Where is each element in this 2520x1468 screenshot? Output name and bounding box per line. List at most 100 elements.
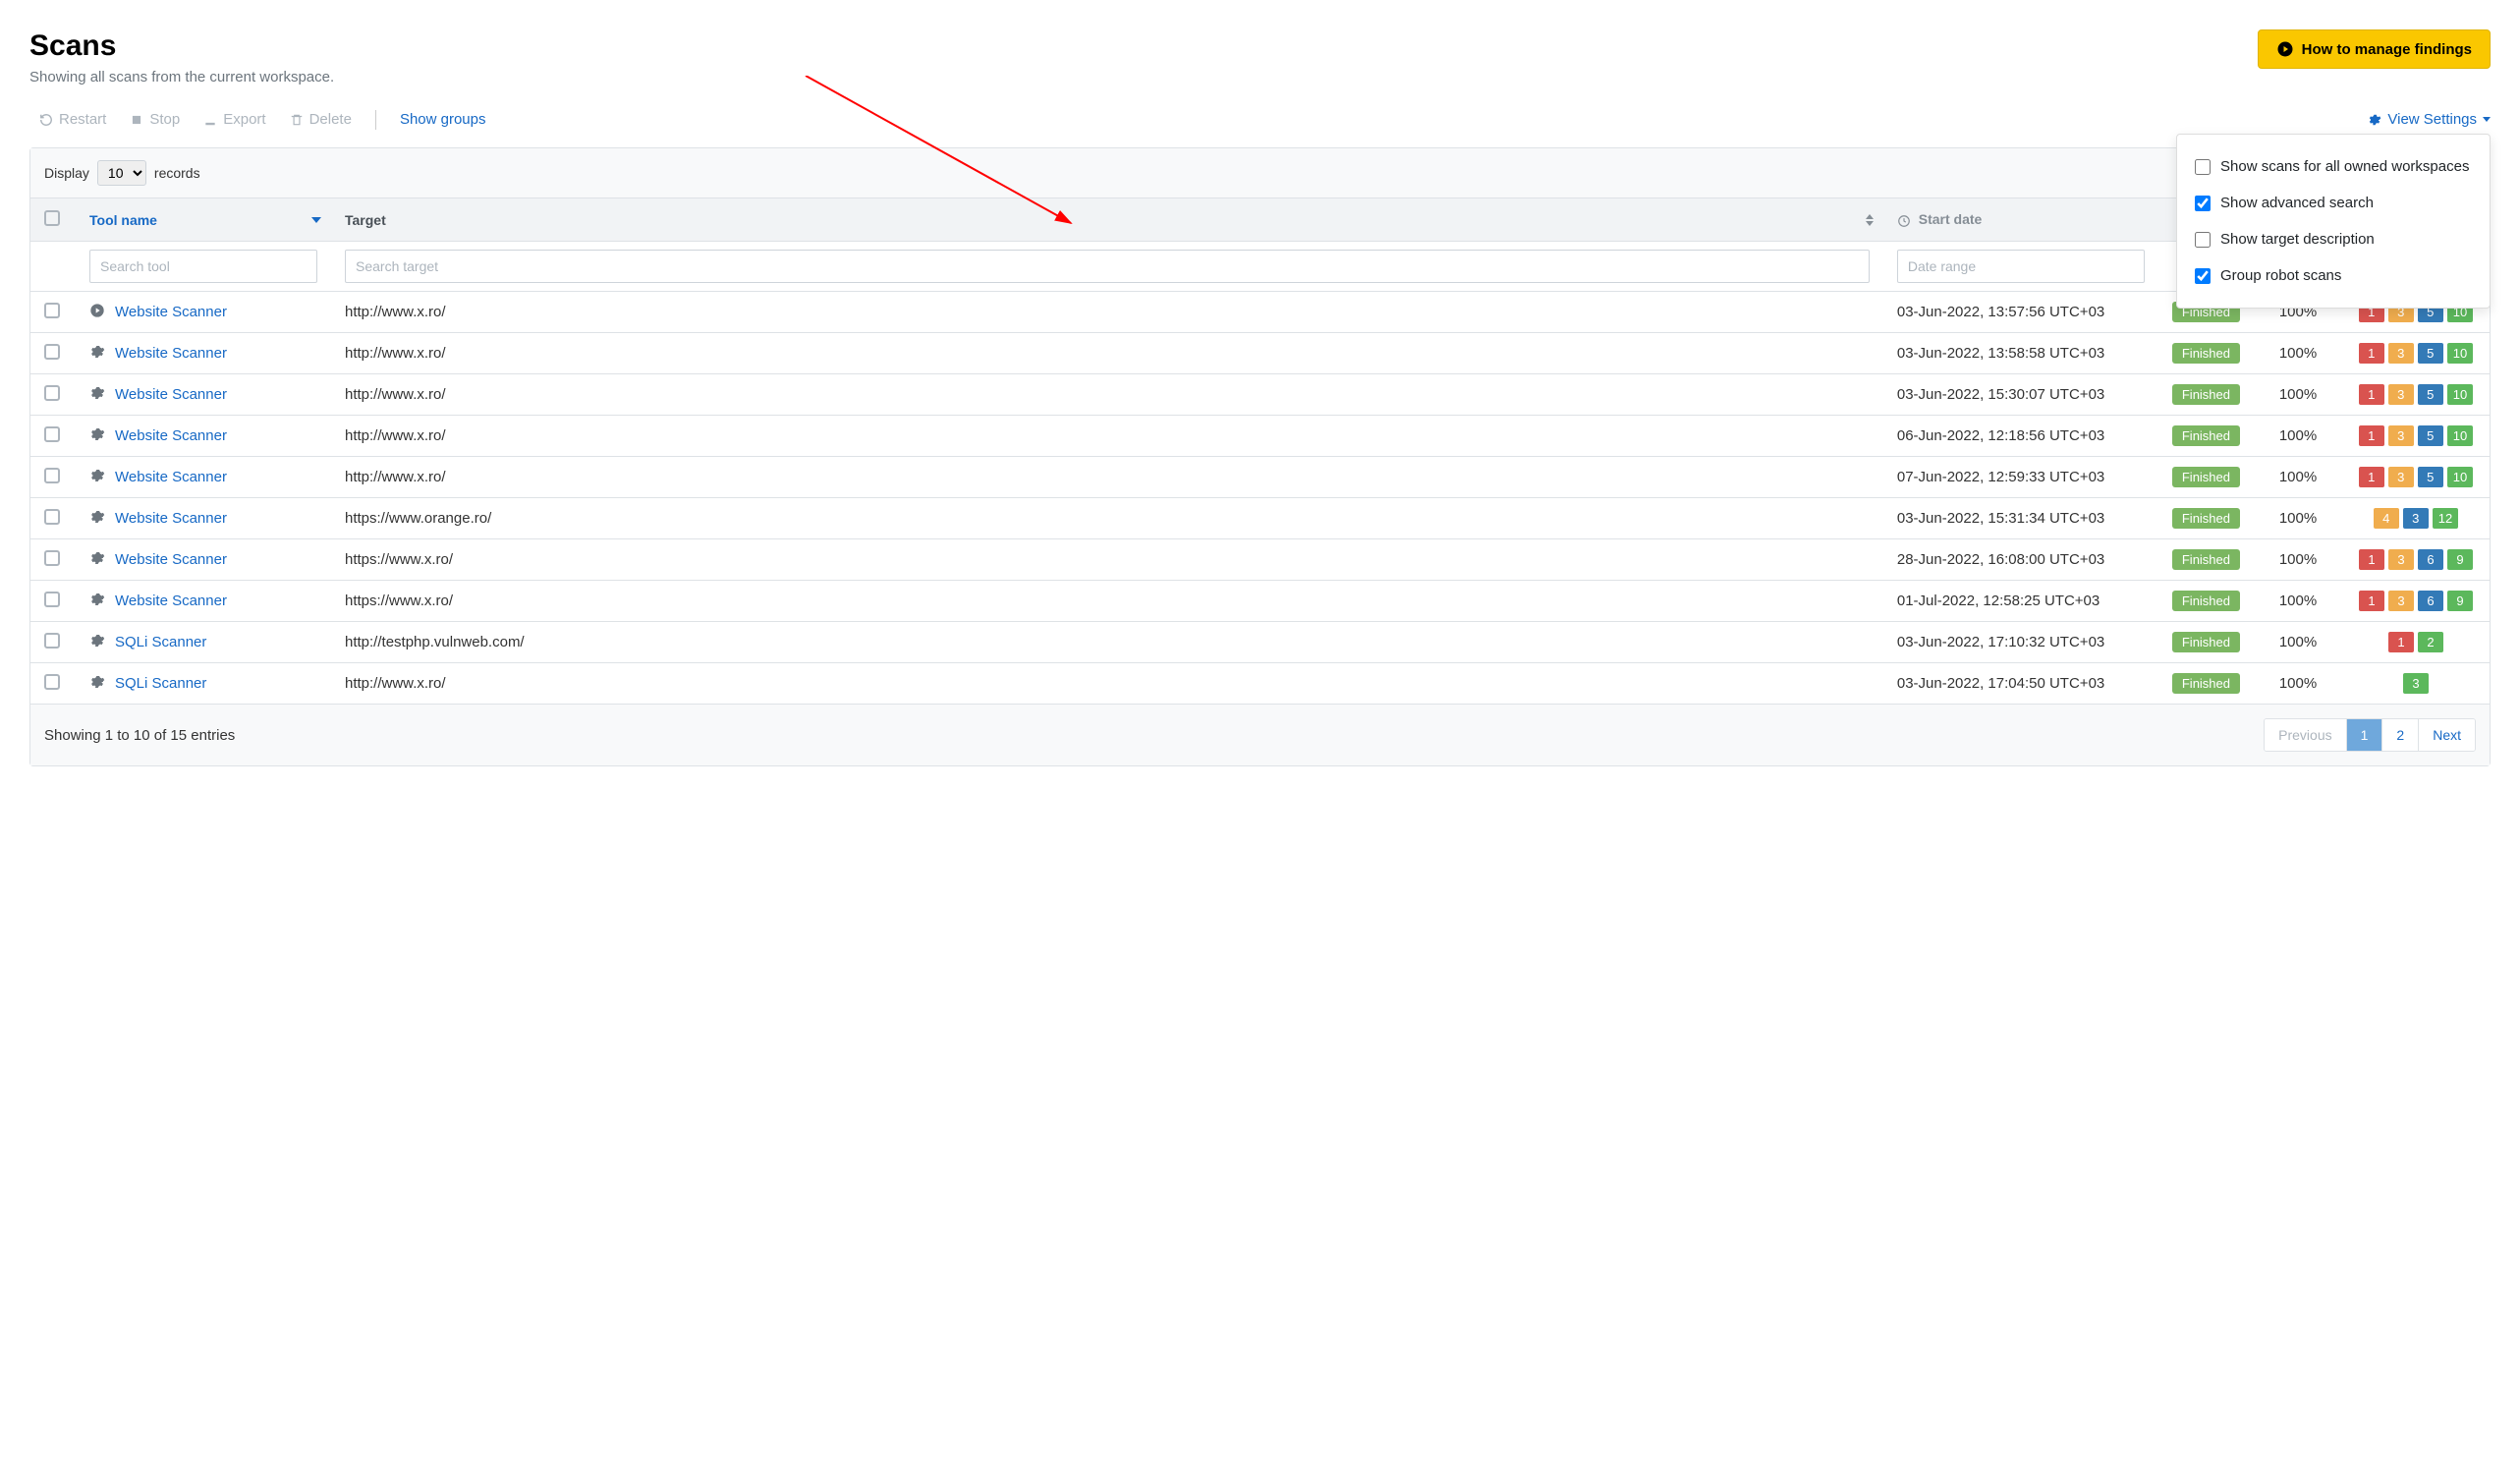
- severity-badge: 12: [2433, 508, 2458, 529]
- tool-link[interactable]: Website Scanner: [115, 510, 227, 527]
- opt-advanced-search-checkbox[interactable]: [2195, 196, 2211, 211]
- target-cell: http://www.x.ro/: [331, 333, 1883, 374]
- row-checkbox[interactable]: [44, 509, 60, 525]
- search-tool-input[interactable]: [89, 250, 317, 283]
- gear-icon: [89, 592, 105, 611]
- restart-button[interactable]: Restart: [29, 105, 116, 134]
- col-start-date[interactable]: Start date: [1883, 198, 2158, 242]
- severity-badge: 3: [2388, 384, 2414, 405]
- row-checkbox[interactable]: [44, 592, 60, 607]
- date-cell: 28-Jun-2022, 16:08:00 UTC+03: [1883, 539, 2158, 581]
- status-badge: Finished: [2172, 343, 2240, 364]
- col-target[interactable]: Target: [331, 198, 1883, 242]
- tool-link[interactable]: SQLi Scanner: [115, 675, 206, 692]
- opt-group-robot[interactable]: Group robot scans: [2195, 257, 2472, 294]
- page-2[interactable]: 2: [2382, 719, 2419, 751]
- show-groups-link[interactable]: Show groups: [390, 105, 496, 134]
- row-checkbox[interactable]: [44, 426, 60, 442]
- row-checkbox[interactable]: [44, 674, 60, 690]
- target-cell: https://www.x.ro/: [331, 539, 1883, 581]
- display-label-suffix: records: [154, 165, 200, 181]
- row-checkbox[interactable]: [44, 344, 60, 360]
- page-next[interactable]: Next: [2419, 719, 2475, 751]
- opt-all-workspaces[interactable]: Show scans for all owned workspaces: [2195, 148, 2472, 185]
- date-cell: 01-Jul-2022, 12:58:25 UTC+03: [1883, 581, 2158, 622]
- tool-link[interactable]: Website Scanner: [115, 304, 227, 320]
- row-checkbox[interactable]: [44, 550, 60, 566]
- severity-row: 4312: [2356, 508, 2476, 529]
- view-settings-toggle[interactable]: View Settings: [2368, 111, 2491, 128]
- tool-link[interactable]: Website Scanner: [115, 386, 227, 403]
- target-cell: http://www.x.ro/: [331, 292, 1883, 333]
- table-row: Website Scanner https://www.x.ro/ 28-Jun…: [30, 539, 2490, 581]
- tool-link[interactable]: Website Scanner: [115, 593, 227, 609]
- target-cell: https://www.x.ro/: [331, 581, 1883, 622]
- table-row: Website Scanner http://www.x.ro/ 03-Jun-…: [30, 333, 2490, 374]
- date-cell: 06-Jun-2022, 12:18:56 UTC+03: [1883, 416, 2158, 457]
- gear-icon: [89, 385, 105, 405]
- page-1[interactable]: 1: [2347, 719, 2383, 751]
- severity-badge: 3: [2403, 673, 2429, 694]
- severity-badge: 5: [2418, 425, 2443, 446]
- row-checkbox[interactable]: [44, 303, 60, 318]
- tool-link[interactable]: Website Scanner: [115, 469, 227, 485]
- date-cell: 03-Jun-2022, 13:57:56 UTC+03: [1883, 292, 2158, 333]
- status-badge: Finished: [2172, 591, 2240, 611]
- status-badge: Finished: [2172, 467, 2240, 487]
- severity-badge: 5: [2418, 467, 2443, 487]
- tool-link[interactable]: Website Scanner: [115, 345, 227, 362]
- target-cell: http://www.x.ro/: [331, 416, 1883, 457]
- row-checkbox[interactable]: [44, 633, 60, 649]
- select-all-checkbox[interactable]: [44, 210, 60, 226]
- severity-row: 13510: [2356, 467, 2476, 487]
- severity-row: 1369: [2356, 549, 2476, 570]
- play-icon: [89, 303, 105, 322]
- table-row: Website Scanner http://www.x.ro/ 03-Jun-…: [30, 374, 2490, 416]
- col-tool-name[interactable]: Tool name: [76, 198, 331, 242]
- severity-row: 3: [2356, 673, 2476, 694]
- severity-row: 12: [2356, 632, 2476, 652]
- tool-link[interactable]: Website Scanner: [115, 551, 227, 568]
- tool-link[interactable]: SQLi Scanner: [115, 634, 206, 650]
- severity-badge: 1: [2359, 467, 2384, 487]
- tool-link[interactable]: Website Scanner: [115, 427, 227, 444]
- export-button[interactable]: Export: [194, 105, 275, 134]
- target-cell: http://www.x.ro/: [331, 663, 1883, 705]
- severity-row: 1369: [2356, 591, 2476, 611]
- page-title: Scans: [29, 29, 334, 63]
- severity-badge: 3: [2388, 591, 2414, 611]
- progress-cell: 100%: [2254, 333, 2342, 374]
- table-row: Website Scanner http://www.x.ro/ 07-Jun-…: [30, 457, 2490, 498]
- caret-down-icon: [2483, 117, 2491, 122]
- gear-icon: [89, 674, 105, 694]
- progress-cell: 100%: [2254, 498, 2342, 539]
- view-settings-dropdown: Show scans for all owned workspaces Show…: [2176, 134, 2491, 309]
- severity-badge: 3: [2388, 467, 2414, 487]
- stop-button[interactable]: Stop: [120, 105, 190, 134]
- records-select[interactable]: 10: [97, 160, 146, 186]
- delete-button[interactable]: Delete: [280, 105, 362, 134]
- severity-row: 13510: [2356, 384, 2476, 405]
- severity-badge: 6: [2418, 549, 2443, 570]
- clock-icon: [1897, 214, 1911, 228]
- row-checkbox[interactable]: [44, 468, 60, 483]
- pagination: Previous 1 2 Next: [2264, 718, 2476, 752]
- status-badge: Finished: [2172, 425, 2240, 446]
- severity-badge: 3: [2403, 508, 2429, 529]
- search-target-input[interactable]: [345, 250, 1870, 283]
- opt-group-robot-checkbox[interactable]: [2195, 268, 2211, 284]
- severity-badge: 10: [2447, 384, 2473, 405]
- gear-icon: [89, 550, 105, 570]
- date-range-input[interactable]: [1897, 250, 2145, 283]
- opt-all-workspaces-checkbox[interactable]: [2195, 159, 2211, 175]
- severity-badge: 9: [2447, 549, 2473, 570]
- manage-findings-button[interactable]: How to manage findings: [2258, 29, 2491, 69]
- date-cell: 03-Jun-2022, 15:30:07 UTC+03: [1883, 374, 2158, 416]
- play-circle-icon: [2276, 40, 2294, 58]
- row-checkbox[interactable]: [44, 385, 60, 401]
- severity-badge: 1: [2359, 425, 2384, 446]
- page-prev[interactable]: Previous: [2265, 719, 2346, 751]
- opt-target-description[interactable]: Show target description: [2195, 221, 2472, 257]
- opt-target-description-checkbox[interactable]: [2195, 232, 2211, 248]
- opt-advanced-search[interactable]: Show advanced search: [2195, 185, 2472, 221]
